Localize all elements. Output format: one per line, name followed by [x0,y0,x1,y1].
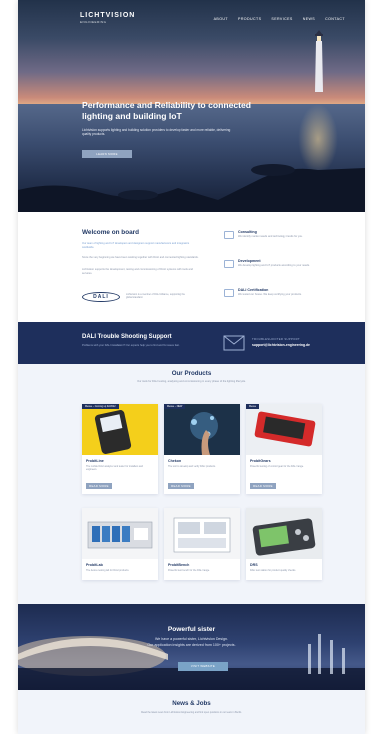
product-description: DALI test station for product quality ch… [250,569,296,572]
development-icon [224,260,234,268]
product-tag: Messe – Coming up 02/2022 [82,404,119,409]
sister-line: We have a powerful sister, Lichtvision D… [154,637,229,641]
product-description: Powerful test bench for the DALI range. [168,569,210,572]
nav-item-contact[interactable]: CONTACT [325,17,345,21]
product-card-drs[interactable]: DRS DALI test station for product qualit… [246,508,322,580]
product-card-probitline[interactable]: Messe – Coming up 02/2022 ProbitLine The… [82,404,158,494]
product-description: Powerful testing of control gear for the… [250,465,304,468]
certification-icon [224,289,234,297]
sister-title: Powerful sister [167,626,216,633]
page: LICHTVISION ENGINEERING ABOUT PRODUCTS S… [18,0,365,734]
feature-title: DALI Certification [238,288,269,292]
hero-rocks [18,164,365,212]
product-name: DRS [250,563,258,567]
welcome-section: Welcome on board Our team of lighting an… [18,212,365,322]
product-description: The mobile DALI analyzer and tester for … [86,465,144,472]
dali-logo: DALI [82,292,120,302]
news-title: News & Jobs [172,700,211,707]
nav-item-products[interactable]: PRODUCTS [238,17,261,21]
brand-tagline: ENGINEERING [80,20,107,24]
product-name: Chekon [168,459,182,463]
product-card-probitbench[interactable]: ProbitBench Powerful test bench for the … [164,508,240,580]
powerful-sister-section: Powerful sister We have a powerful siste… [18,604,365,690]
product-name: ProbitGears [250,459,271,463]
consulting-icon [224,231,234,239]
read-more-button[interactable]: READ MORE [168,483,194,489]
support-email-link[interactable]: support@lichtvision-engineering.de [252,343,310,347]
dali-support-text: Problems with your DALI installation? Ou… [82,344,180,347]
brand-logo[interactable]: LICHTVISION ENGINEERING [80,12,135,26]
product-image [246,404,322,455]
products-subtitle: Our tools for DALI testing, analysing an… [137,380,246,383]
nav-item-news[interactable]: NEWS [303,17,315,21]
product-image [82,508,158,559]
welcome-intro: Our team of lighting and IoT developers … [82,242,190,249]
top-navigation: LICHTVISION ENGINEERING ABOUT PRODUCTS S… [80,12,345,26]
feature-title: Consulting [238,230,257,234]
product-image [164,404,240,455]
read-more-button[interactable]: READ MORE [86,483,112,489]
feature-title: Development [238,259,261,263]
sister-line: Our application insights are derived fro… [147,643,236,647]
product-card-chekon[interactable]: Messe – NEW Chekon The tool to develop a… [164,404,240,494]
hero-text: Lichtvision supports lighting and buildi… [82,128,231,137]
product-description: The tool to develop and verify DALI prod… [168,465,216,468]
hero-learn-more-button[interactable]: LEARN MORE [82,150,132,158]
feature-description: We identify market needs and technology … [238,235,303,238]
product-tag: Messe – NEW [164,404,186,409]
news-section: News & Jobs Read the latest news from Li… [18,690,365,734]
product-image [246,508,322,559]
product-card-probitgears[interactable]: Messe ProbitGears Powerful testing of co… [246,404,322,494]
products-section: Our Products Our tools for DALI testing,… [18,364,365,604]
dali-support-banner: DALI Trouble Shooting Support Problems w… [18,322,365,364]
nav-item-about[interactable]: ABOUT [214,17,228,21]
product-name: ProbitLine [86,459,104,463]
lighthouse-image [315,30,323,92]
envelope-icon [223,335,245,351]
product-tag: Messe [246,404,260,409]
brand-name: LICHTVISION [80,12,136,19]
read-more-button[interactable]: READ MORE [250,483,276,489]
hero-title: Performance and Reliability to connected… [82,100,252,121]
product-card-probitlab[interactable]: ProbitLab The device testing lab for DAL… [82,508,158,580]
product-description: The device testing lab for DALI products… [86,569,130,572]
nav-menu: ABOUT PRODUCTS SERVICES NEWS CONTACT [214,17,345,21]
welcome-paragraph: Lichtvision supports the development, te… [82,268,193,275]
news-text: Read the latest news from Lichtvision En… [141,711,242,714]
feature-description: We develop lighting and IoT products acc… [238,264,310,267]
nav-item-services[interactable]: SERVICES [271,17,292,21]
dali-support-title: DALI Trouble Shooting Support [82,334,172,340]
product-name: ProbitBench [168,563,190,567]
support-label: TROUBLESHOOTER SUPPORT [252,337,300,341]
products-title: Our Products [171,370,212,377]
sister-background-image [18,634,365,690]
feature-description: We tested our house. We keep certifying … [238,293,302,296]
dali-note: Lichtvision is a member of DALI Alliance… [126,293,185,300]
product-image [164,508,240,559]
welcome-paragraph: Since the very beginning we have been wo… [82,256,199,259]
welcome-title: Welcome on board [82,229,140,236]
product-image [82,404,158,455]
hero-section: LICHTVISION ENGINEERING ABOUT PRODUCTS S… [18,0,365,212]
visit-website-button[interactable]: VISIT WEBSITE [178,662,228,671]
product-name: ProbitLab [86,563,103,567]
